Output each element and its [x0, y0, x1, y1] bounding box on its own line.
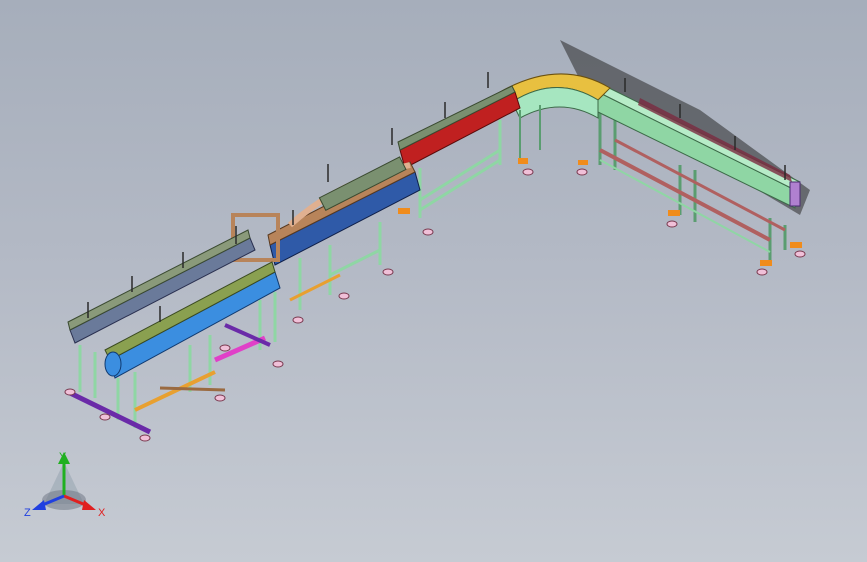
orientation-triad[interactable]: Y X Z: [22, 448, 112, 524]
graphics-viewport[interactable]: Y X Z: [0, 0, 867, 562]
x-axis-label: X: [98, 507, 106, 519]
conveyor-assembly-model[interactable]: [0, 0, 867, 562]
y-axis-label: Y: [59, 451, 67, 463]
z-axis-label: Z: [24, 507, 31, 519]
red-conveyor-section[interactable]: [391, 85, 521, 236]
curve-conveyor-section[interactable]: [487, 72, 611, 176]
